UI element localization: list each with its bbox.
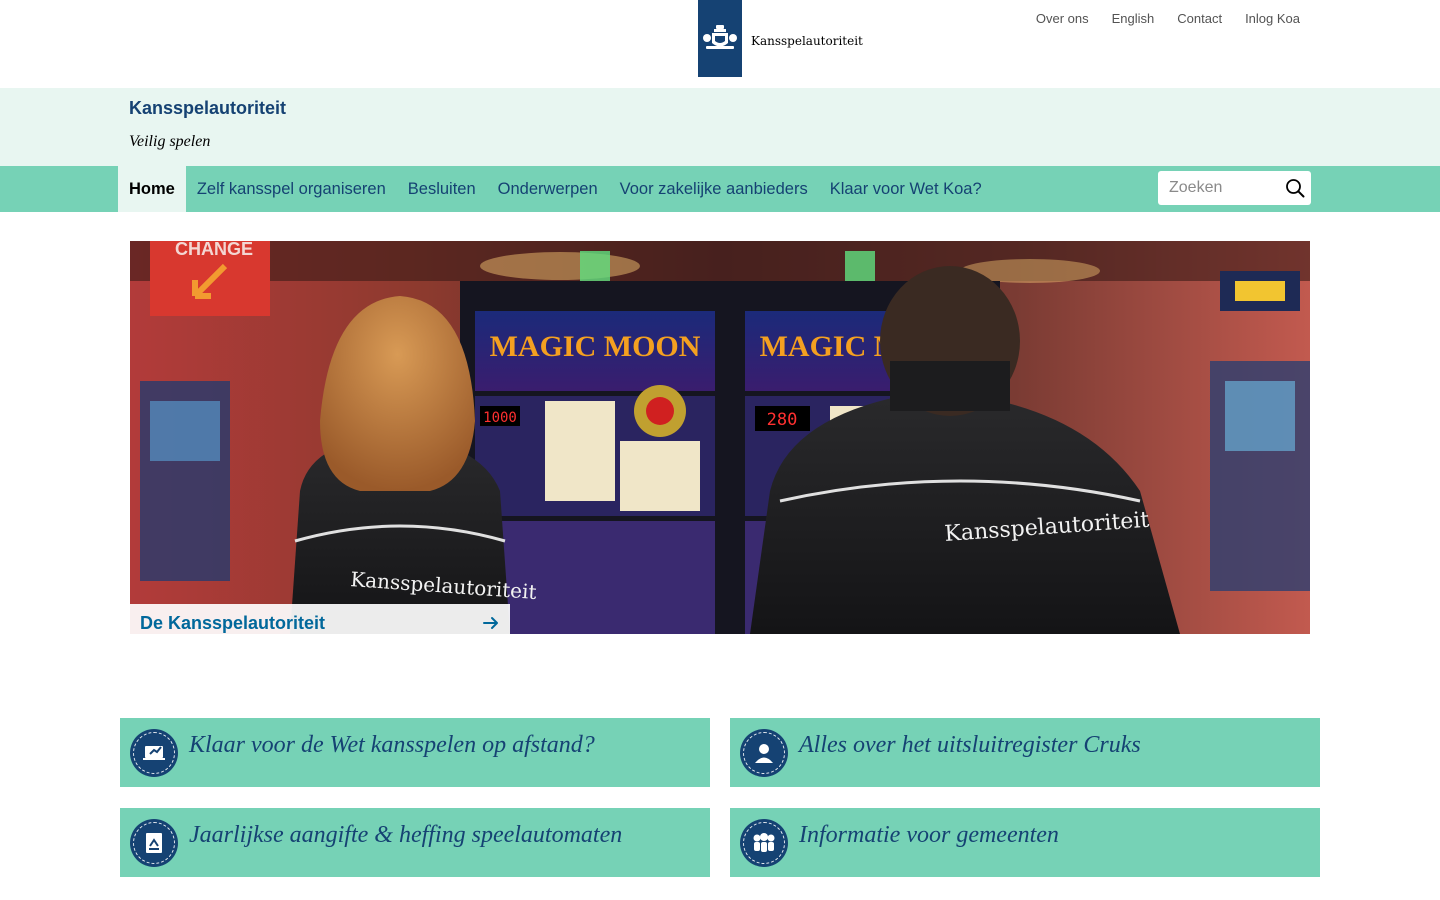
hero-caption-link[interactable]: De Kansspelautoriteit — [130, 604, 510, 643]
tile-label: Klaar voor de Wet kansspelen op afstand? — [189, 732, 595, 758]
document-icon — [130, 819, 178, 867]
logo-wordmark: Kansspelautoriteit — [751, 34, 863, 48]
nav-item-besluiten[interactable]: Besluiten — [397, 166, 487, 212]
main-nav-items: Home Zelf kansspel organiseren Besluiten… — [118, 166, 993, 212]
tile-label: Jaarlijkse aangifte & heffing speelautom… — [189, 822, 623, 848]
nav-item-onderwerpen[interactable]: Onderwerpen — [487, 166, 609, 212]
site-subtitle: Veilig spelen — [129, 133, 211, 150]
search-box — [1158, 171, 1311, 205]
service-link-inlog-koa[interactable]: Inlog Koa — [1245, 11, 1300, 26]
nav-item-home[interactable]: Home — [118, 166, 186, 212]
service-nav: Over ons English Contact Inlog Koa — [1036, 11, 1300, 26]
arrow-right-icon — [483, 617, 498, 629]
tile-uitsluitregister-cruks[interactable]: Alles over het uitsluitregister Cruks — [730, 718, 1320, 787]
search-icon[interactable] — [1285, 178, 1305, 198]
rijksoverheid-logo[interactable] — [698, 0, 742, 77]
site-title[interactable]: Kansspelautoriteit — [129, 98, 286, 119]
laptop-hand-icon — [130, 729, 178, 777]
tile-label: Informatie voor gemeenten — [799, 822, 1059, 848]
display-right: 280 — [767, 410, 798, 430]
search-input[interactable] — [1169, 173, 1289, 203]
service-link-over-ons[interactable]: Over ons — [1036, 11, 1089, 26]
person-icon — [740, 729, 788, 777]
casino-photo: CHANGE MAGIC MOON 1000 MAGIC MOON 280 Ka… — [130, 241, 1310, 634]
top-bar: Kansspelautoriteit Over ons English Cont… — [0, 0, 1440, 88]
nav-item-voor-zakelijke-aanbieders[interactable]: Voor zakelijke aanbieders — [609, 166, 819, 212]
coat-of-arms-icon — [703, 24, 737, 49]
service-link-english[interactable]: English — [1112, 11, 1155, 26]
display-left: 1000 — [483, 410, 517, 426]
hero-caption-text: De Kansspelautoriteit — [140, 613, 326, 633]
tile-jaarlijkse-aangifte[interactable]: Jaarlijkse aangifte & heffing speelautom… — [120, 808, 710, 877]
change-sign-text: CHANGE — [175, 241, 253, 259]
tile-label: Alles over het uitsluitregister Cruks — [799, 732, 1141, 758]
tile-informatie-voor-gemeenten[interactable]: Informatie voor gemeenten — [730, 808, 1320, 877]
nav-item-zelf-kansspel-organiseren[interactable]: Zelf kansspel organiseren — [186, 166, 397, 212]
machine-title-left: MAGIC MOON — [490, 330, 701, 363]
main-navigation: Home Zelf kansspel organiseren Besluiten… — [0, 166, 1440, 212]
hero-image[interactable]: CHANGE MAGIC MOON 1000 MAGIC MOON 280 Ka… — [130, 241, 1310, 634]
group-icon — [740, 819, 788, 867]
tile-wet-kansspelen-op-afstand[interactable]: Klaar voor de Wet kansspelen op afstand? — [120, 718, 710, 787]
service-link-contact[interactable]: Contact — [1177, 11, 1222, 26]
site-header: Kansspelautoriteit Veilig spelen — [0, 88, 1440, 166]
nav-item-klaar-voor-wet-koa[interactable]: Klaar voor Wet Koa? — [819, 166, 993, 212]
